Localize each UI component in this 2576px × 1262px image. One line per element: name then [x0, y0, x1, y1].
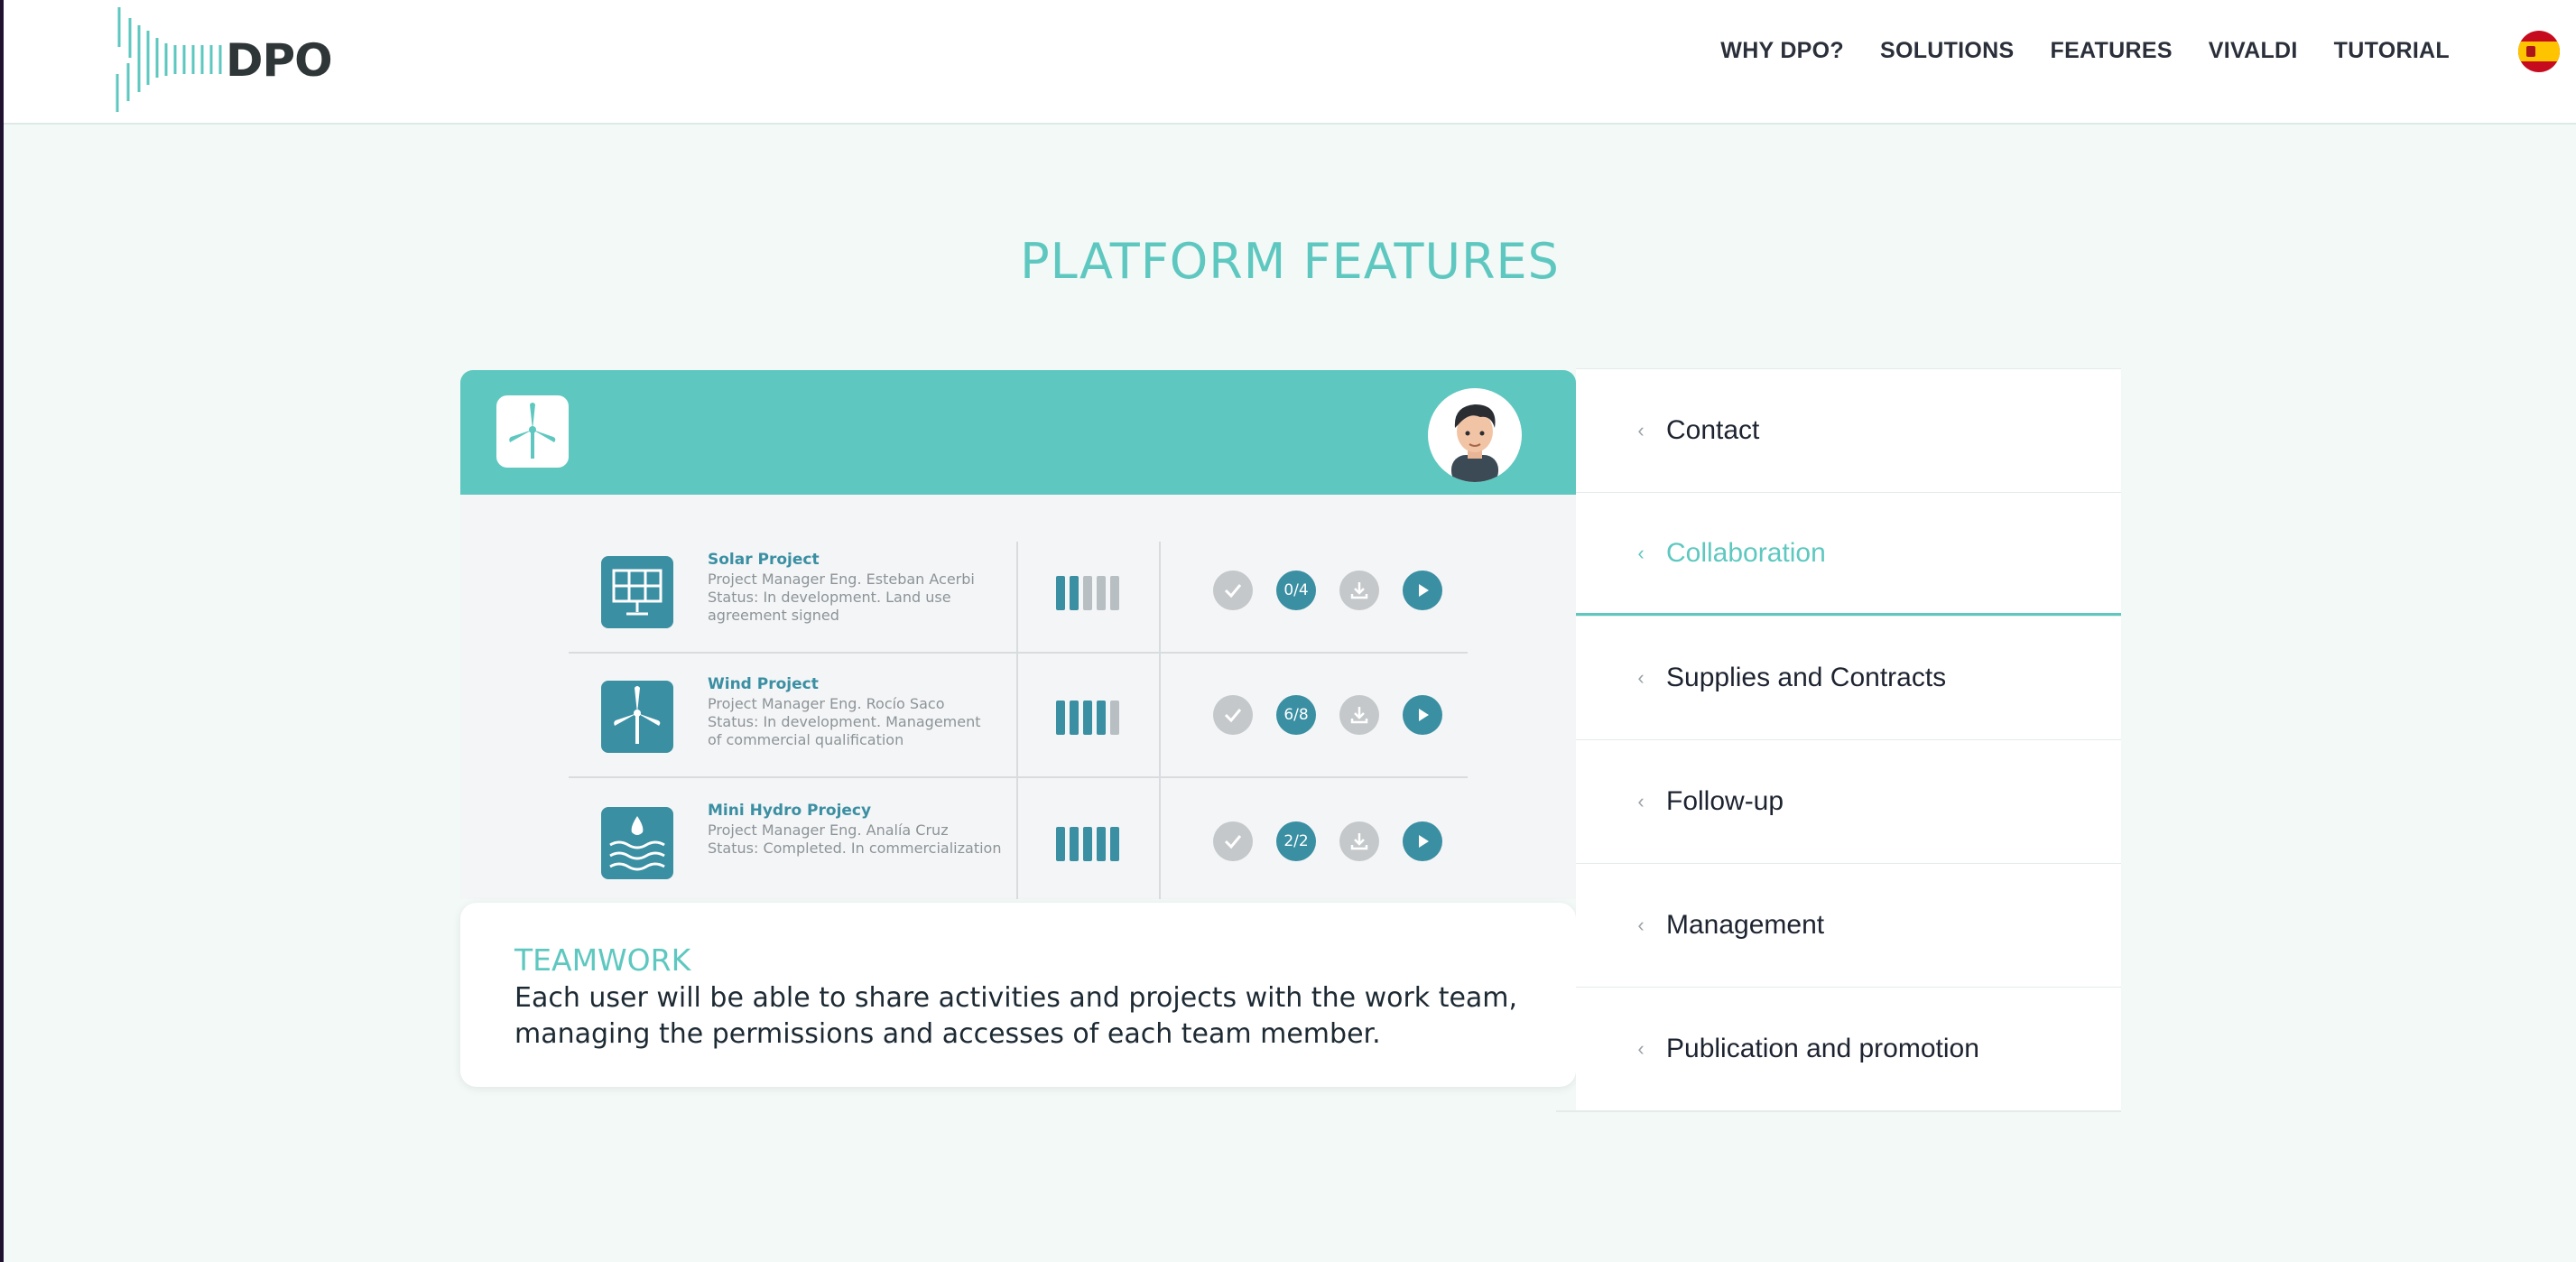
- progress-segment: [1083, 576, 1092, 610]
- feature-item-supplies-contracts[interactable]: ‹ Supplies and Contracts: [1576, 616, 2121, 739]
- project-actions: 6/8: [1213, 695, 1442, 735]
- project-status: of commercial qualification: [708, 731, 904, 748]
- feature-description-title: TEAMWORK: [514, 942, 691, 978]
- progress-segment: [1110, 701, 1119, 735]
- project-progress-bars: [1056, 827, 1119, 861]
- download-icon[interactable]: [1339, 571, 1379, 610]
- feature-item-label: Publication and promotion: [1666, 1034, 1979, 1063]
- feature-description-text: Each user will be able to share activiti…: [514, 982, 1518, 1050]
- download-icon[interactable]: [1339, 695, 1379, 735]
- task-counter[interactable]: 0/4: [1276, 571, 1316, 610]
- progress-segment: [1110, 827, 1119, 861]
- solar-panel-icon: [601, 556, 673, 628]
- project-title: Wind Project: [708, 675, 819, 693]
- main-nav: WHY DPO? SOLUTIONS FEATURES VIVALDI TUTO…: [1720, 38, 2450, 64]
- chevron-left-icon: ‹: [1637, 666, 1645, 689]
- progress-segment: [1070, 827, 1079, 861]
- project-status: Status: Completed. In commercialization: [708, 840, 1002, 857]
- project-status: Status: In development. Management: [708, 713, 981, 730]
- project-manager: Project Manager Eng. Analía Cruz: [708, 821, 949, 839]
- progress-segment: [1056, 576, 1065, 610]
- project-actions: 2/2: [1213, 821, 1442, 861]
- check-icon[interactable]: [1213, 821, 1253, 861]
- project-title: Solar Project: [708, 551, 820, 569]
- nav-why-dpo[interactable]: WHY DPO?: [1720, 38, 1844, 64]
- nav-solutions[interactable]: SOLUTIONS: [1880, 38, 2015, 64]
- feature-item-publication-promotion[interactable]: ‹ Publication and promotion: [1576, 987, 2121, 1110]
- spanish-flag-icon[interactable]: [2518, 31, 2560, 72]
- window-left-edge: [0, 0, 4, 1262]
- feature-item-label: Collaboration: [1666, 537, 1826, 568]
- chevron-left-icon: ‹: [1637, 790, 1645, 812]
- nav-tutorial[interactable]: TUTORIAL: [2334, 38, 2450, 64]
- project-progress-bars: [1056, 701, 1119, 735]
- project-row: Solar Project Project Manager Eng. Esteb…: [569, 534, 1468, 657]
- chevron-left-icon: ‹: [1637, 541, 1645, 564]
- nav-features[interactable]: FEATURES: [2051, 38, 2173, 64]
- download-icon[interactable]: [1339, 821, 1379, 861]
- feature-item-contact[interactable]: ‹ Contact: [1576, 368, 2121, 492]
- section-title: PLATFORM FEATURES: [1020, 233, 1560, 290]
- chevron-left-icon: ‹: [1637, 914, 1645, 936]
- preview-header: [460, 370, 1576, 495]
- progress-segment: [1070, 576, 1079, 610]
- hydro-water-icon: [601, 807, 673, 879]
- feature-item-management[interactable]: ‹ Management: [1576, 863, 2121, 987]
- project-title: Mini Hydro Projecy: [708, 802, 872, 820]
- feature-item-label: Follow-up: [1666, 786, 1784, 816]
- progress-segment: [1097, 576, 1106, 610]
- project-status: agreement signed: [708, 607, 839, 624]
- logo-text[interactable]: DPO: [226, 34, 333, 87]
- project-row: Mini Hydro Projecy Project Manager Eng. …: [569, 785, 1468, 899]
- feature-preview: Solar Project Project Manager Eng. Esteb…: [460, 370, 1576, 899]
- project-status: Status: In development. Land use: [708, 589, 951, 606]
- nav-vivaldi[interactable]: VIVALDI: [2209, 38, 2298, 64]
- progress-segment: [1056, 701, 1065, 735]
- feature-item-label: Contact: [1666, 415, 1760, 445]
- progress-segment: [1056, 827, 1065, 861]
- progress-segment: [1083, 827, 1092, 861]
- project-row: Wind Project Project Manager Eng. Rocío …: [569, 659, 1468, 782]
- feature-item-label: Supplies and Contracts: [1666, 663, 1947, 692]
- progress-segment: [1070, 701, 1079, 735]
- progress-segment: [1097, 827, 1106, 861]
- feature-item-label: Management: [1666, 910, 1825, 940]
- feature-item-follow-up[interactable]: ‹ Follow-up: [1576, 739, 2121, 863]
- chevron-left-icon: ‹: [1637, 1037, 1645, 1060]
- progress-segment: [1083, 701, 1092, 735]
- progress-segment: [1097, 701, 1106, 735]
- task-counter[interactable]: 2/2: [1276, 821, 1316, 861]
- play-icon[interactable]: [1403, 571, 1442, 610]
- feature-item-collaboration[interactable]: ‹ Collaboration: [1576, 492, 2121, 616]
- wind-turbine-icon: [601, 681, 673, 753]
- check-icon[interactable]: [1213, 571, 1253, 610]
- project-actions: 0/4: [1213, 571, 1442, 610]
- progress-segment: [1110, 576, 1119, 610]
- wind-turbine-app-icon: [496, 395, 569, 468]
- feature-description-card: TEAMWORK Each user will be able to share…: [460, 903, 1576, 1087]
- feature-list-divider: [1556, 1110, 2121, 1112]
- user-avatar: [1428, 388, 1522, 482]
- play-icon[interactable]: [1403, 821, 1442, 861]
- task-counter[interactable]: 6/8: [1276, 695, 1316, 735]
- project-manager: Project Manager Eng. Esteban Acerbi: [708, 571, 975, 588]
- chevron-left-icon: ‹: [1637, 419, 1645, 441]
- check-icon[interactable]: [1213, 695, 1253, 735]
- play-icon[interactable]: [1403, 695, 1442, 735]
- project-manager: Project Manager Eng. Rocío Saco: [708, 695, 945, 712]
- feature-list: ‹ Contact ‹ Collaboration ‹ Supplies and…: [1576, 368, 2121, 1110]
- site-header: DPO WHY DPO? SOLUTIONS FEATURES VIVALDI …: [4, 0, 2576, 125]
- project-progress-bars: [1056, 576, 1119, 610]
